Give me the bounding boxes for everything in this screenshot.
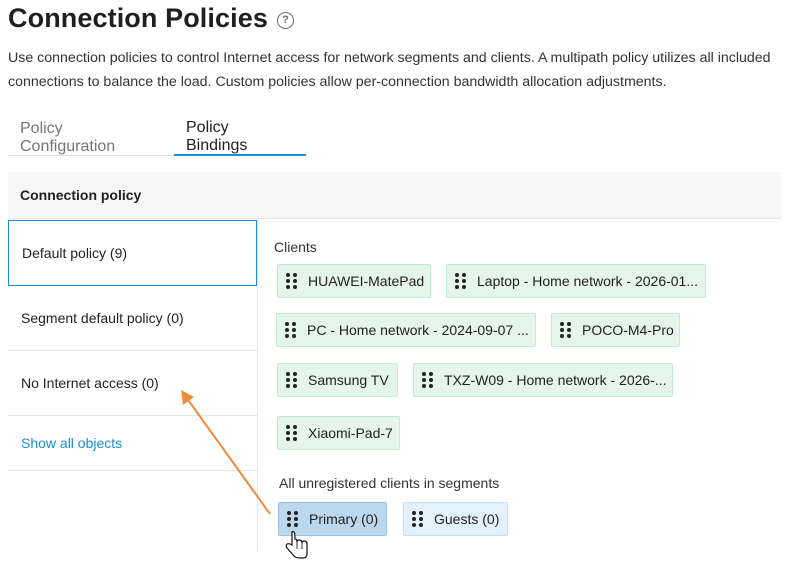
client-chip-label: PC - Home network - 2024-09-07 ...: [307, 322, 529, 338]
drag-handle-icon: [455, 273, 467, 289]
drag-handle-icon: [286, 273, 298, 289]
tab-policy-configuration[interactable]: Policy Configuration: [8, 120, 174, 156]
client-chip-label: HUAWEI-MatePad: [308, 273, 425, 289]
help-icon[interactable]: ?: [276, 11, 294, 29]
client-chip-txz-w09[interactable]: TXZ-W09 - Home network - 2026-...: [413, 363, 673, 397]
client-chip-label: Samsung TV: [308, 372, 389, 388]
policy-item-no-internet[interactable]: No Internet access (0): [8, 351, 257, 416]
drag-handle-icon: [412, 511, 424, 527]
page-title: Connection Policies: [8, 3, 268, 33]
page-description: Use connection policies to control Inter…: [8, 50, 771, 90]
policy-item-label: Segment default policy (0): [21, 310, 184, 326]
segment-chip-guests[interactable]: Guests (0): [403, 502, 508, 536]
client-chip-poco-m4-pro[interactable]: POCO-M4-Pro: [551, 313, 680, 347]
client-chip-huawei-matepad[interactable]: HUAWEI-MatePad: [277, 264, 431, 298]
show-all-objects-label: Show all objects: [21, 435, 123, 451]
client-chip-label: TXZ-W09 - Home network - 2026-...: [444, 372, 667, 388]
drag-handle-icon: [286, 372, 298, 388]
policy-item-label: Default policy (9): [22, 245, 128, 261]
client-chip-samsung-tv[interactable]: Samsung TV: [277, 363, 398, 397]
policy-item-segment-default[interactable]: Segment default policy (0): [8, 286, 257, 351]
policy-list: Default policy (9) Segment default polic…: [8, 220, 257, 471]
client-chip-label: POCO-M4-Pro: [582, 322, 674, 338]
panel-header: Connection policy: [8, 172, 781, 219]
show-all-objects-link[interactable]: Show all objects: [8, 416, 257, 471]
segment-chip-label: Guests (0): [434, 511, 500, 527]
drag-handle-icon: [560, 322, 572, 338]
policy-item-default[interactable]: Default policy (9): [8, 220, 257, 286]
drag-handle-icon: [286, 425, 298, 441]
client-chip-label: Laptop - Home network - 2026-01...: [477, 273, 699, 289]
panel-divider: [257, 220, 258, 550]
client-chip-pc[interactable]: PC - Home network - 2024-09-07 ...: [276, 313, 536, 347]
tab-bar: Policy Configuration Policy Bindings: [8, 119, 306, 156]
client-chip-laptop[interactable]: Laptop - Home network - 2026-01...: [446, 264, 706, 298]
clients-section-label: Clients: [274, 239, 317, 255]
drag-handle-icon: [285, 322, 297, 338]
segment-chip-primary[interactable]: Primary (0): [278, 502, 387, 536]
drag-handle-icon: [287, 511, 299, 527]
client-chip-xiaomi-pad-7[interactable]: Xiaomi-Pad-7: [277, 416, 400, 450]
title-row: Connection Policies ?: [8, 3, 294, 34]
tab-policy-bindings[interactable]: Policy Bindings: [174, 119, 306, 156]
client-chip-label: Xiaomi-Pad-7: [308, 425, 393, 441]
drag-handle-icon: [422, 372, 434, 388]
unregistered-section-label: All unregistered clients in segments: [279, 475, 500, 491]
policy-item-label: No Internet access (0): [21, 375, 159, 391]
segment-chip-label: Primary (0): [309, 511, 379, 527]
